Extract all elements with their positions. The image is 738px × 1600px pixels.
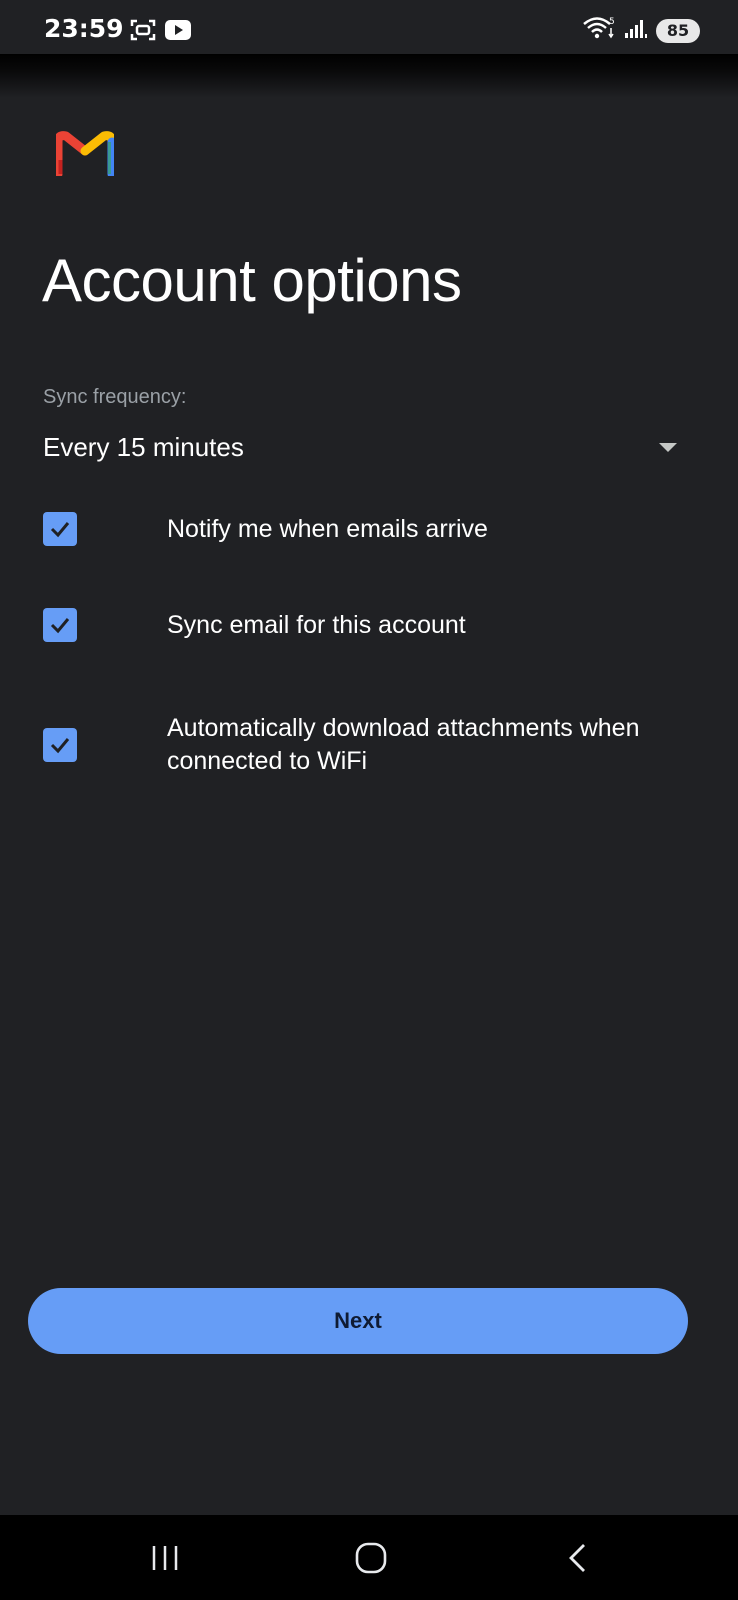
next-button[interactable]: Next [28, 1288, 688, 1354]
screenshot-icon [130, 18, 156, 47]
page-title: Account options [42, 247, 462, 314]
sync-frequency-value: Every 15 minutes [43, 431, 244, 462]
option-notify[interactable]: Notify me when emails arrive [43, 512, 693, 546]
auto-download-label: Automatically download attachments when … [167, 714, 640, 775]
home-icon[interactable] [341, 1535, 401, 1581]
recents-icon[interactable] [135, 1535, 195, 1581]
status-bar: 23:59 5 85 [0, 0, 738, 54]
status-time: 23:59 [44, 14, 124, 43]
app-bar-shadow [0, 54, 738, 98]
option-auto-download[interactable]: Automatically download attachments when … [43, 712, 693, 778]
wifi-icon: 5 [582, 15, 616, 46]
auto-download-checkbox[interactable] [43, 728, 77, 762]
youtube-icon [164, 19, 192, 46]
signal-icon [624, 16, 648, 45]
sync-email-checkbox[interactable] [43, 608, 77, 642]
back-icon[interactable] [548, 1535, 608, 1581]
sync-frequency-label: Sync frequency: [43, 386, 187, 408]
svg-text:5: 5 [609, 17, 615, 27]
battery-icon: 85 [656, 18, 700, 43]
dropdown-arrow-icon [659, 442, 677, 452]
status-icons-right: 5 85 [582, 15, 700, 46]
gmail-logo [53, 130, 117, 179]
checkmark-icon [50, 618, 70, 634]
navigation-bar [0, 1515, 738, 1600]
notify-label: Notify me when emails arrive [167, 514, 488, 543]
status-icons-left [130, 18, 192, 47]
sync-email-label: Sync email for this account [167, 610, 466, 639]
option-sync-email[interactable]: Sync email for this account [43, 608, 693, 642]
checkmark-icon [50, 738, 70, 754]
checkmark-icon [50, 522, 70, 538]
notify-checkbox[interactable] [43, 512, 77, 546]
sync-frequency-dropdown[interactable]: Every 15 minutes [43, 424, 681, 470]
